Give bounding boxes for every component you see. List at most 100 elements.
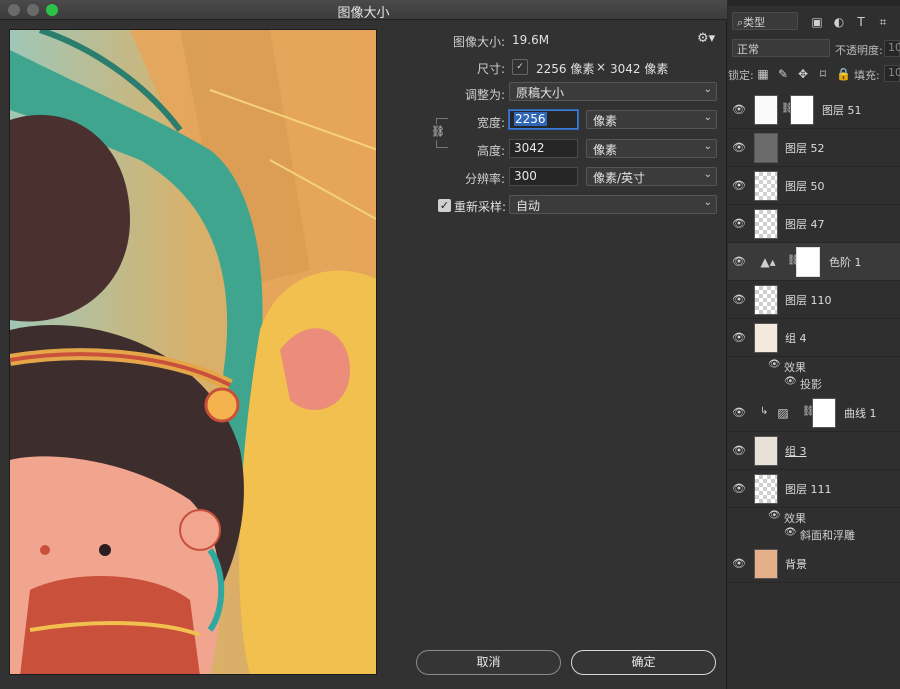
layer-name: 组 3 — [785, 445, 807, 458]
layer-row[interactable]: 👁 组 3 — [728, 432, 900, 470]
layer-row[interactable]: 👁 ⛓ 图层 51 — [728, 91, 900, 129]
layer-thumbnail — [754, 323, 778, 353]
dimensions-unit-chevron-icon[interactable]: ✓ — [512, 59, 528, 75]
eye-icon[interactable]: 👁 — [732, 179, 746, 193]
chevron-down-icon: ⌄ — [703, 197, 712, 208]
layer-row[interactable]: 👁 图层 110 — [728, 281, 900, 319]
layer-name: 图层 110 — [785, 294, 832, 307]
eye-icon[interactable]: 👁 — [732, 217, 746, 231]
chevron-down-icon: ⌄ — [703, 112, 712, 123]
effect-row[interactable]: 👁 投影 — [728, 375, 900, 392]
resolution-label: 分辨率: — [464, 172, 505, 186]
layer-row[interactable]: 👁 组 4 — [728, 319, 900, 357]
eye-icon[interactable]: 👁 — [784, 527, 797, 538]
layer-row[interactable]: 👁 ↳ ▨ ⛓ 曲线 1 — [728, 394, 900, 432]
lock-artboard-icon[interactable]: ⌑ — [816, 67, 830, 81]
layer-thumbnail — [754, 474, 778, 504]
eye-icon[interactable]: 👁 — [732, 103, 746, 117]
lock-transparency-icon[interactable]: ▦ — [756, 67, 770, 81]
opacity-input[interactable]: 10 — [884, 40, 900, 57]
eye-icon[interactable]: 👁 — [732, 293, 746, 307]
fit-to-select[interactable]: 原稿大小 ⌄ — [509, 82, 717, 101]
height-input-value: 3042 — [514, 141, 545, 155]
type-filter-icon[interactable]: T — [854, 15, 868, 29]
width-unit-select[interactable]: 像素 ⌄ — [586, 110, 717, 129]
resample-method-value: 自动 — [516, 199, 541, 213]
height-unit-value: 像素 — [593, 143, 618, 157]
layer-name: 色阶 1 — [829, 256, 862, 269]
eye-icon[interactable]: 👁 — [732, 482, 746, 496]
filter-kind-select[interactable]: ⌕类型 — [732, 12, 798, 30]
chevron-down-icon: ⌄ — [703, 141, 712, 152]
fit-to-value: 原稿大小 — [516, 86, 565, 100]
layer-thumbnail — [754, 549, 778, 579]
effects-row[interactable]: 👁 效果 — [728, 509, 900, 526]
curves-adjustment-icon: ▨ — [777, 406, 789, 420]
height-label: 高度: — [476, 144, 505, 158]
shape-filter-icon[interactable]: ⌗ — [876, 15, 890, 29]
layer-thumbnail — [754, 133, 778, 163]
lock-row: 锁定: ▦ ✎ ✥ ⌑ 🔒 填充: 10 — [728, 64, 900, 84]
eye-icon[interactable]: 👁 — [768, 359, 781, 370]
image-size-dialog: 图像大小 ⚙▾ 图像大小: 19.6M 尺寸: ✓ 2256 像素 × 3042… — [0, 0, 727, 689]
resolution-unit-select[interactable]: 像素/英寸 ⌄ — [586, 167, 717, 186]
height-input[interactable]: 3042 — [509, 139, 578, 158]
chevron-down-icon: ⌄ — [703, 169, 712, 180]
dimensions-separator: × — [596, 60, 607, 74]
layer-list: 👁 ⛓ 图层 51 👁 图层 52 👁 图层 50 👁 图层 47 👁 ▲▴ ⛓… — [728, 89, 900, 689]
layer-name: 组 4 — [785, 332, 807, 345]
resample-method-select[interactable]: 自动 ⌄ — [509, 195, 717, 214]
height-unit-select[interactable]: 像素 ⌄ — [586, 139, 717, 158]
layer-name: 曲线 1 — [844, 407, 877, 420]
layer-row[interactable]: 👁 图层 111 — [728, 470, 900, 508]
width-input[interactable]: 2256 — [509, 110, 578, 129]
panel-tabs[interactable] — [728, 0, 900, 6]
fill-label: 填充: — [854, 69, 880, 82]
effect-name: 斜面和浮雕 — [800, 529, 855, 542]
layer-row[interactable]: 👁 图层 52 — [728, 129, 900, 167]
resolution-input-value: 300 — [514, 169, 537, 183]
eye-icon[interactable]: 👁 — [732, 557, 746, 571]
layer-thumbnail — [754, 285, 778, 315]
dimensions-label: 尺寸: — [476, 62, 505, 76]
effect-row[interactable]: 👁 斜面和浮雕 — [728, 526, 900, 543]
lock-position-icon[interactable]: ✥ — [796, 67, 810, 81]
layer-name: 图层 111 — [785, 483, 832, 496]
eye-icon[interactable]: 👁 — [732, 331, 746, 345]
eye-icon[interactable]: 👁 — [732, 406, 746, 420]
layers-panel: ⌕类型 ▣ ◐ T ⌗ 正常 不透明度: 10 锁定: ▦ ✎ ✥ ⌑ 🔒 填充… — [728, 0, 900, 689]
blend-mode-select[interactable]: 正常 — [732, 39, 830, 57]
image-preview[interactable] — [9, 29, 377, 675]
ok-button[interactable]: 确定 — [571, 650, 716, 675]
effects-row[interactable]: 👁 效果 — [728, 358, 900, 375]
effects-label: 效果 — [784, 361, 806, 374]
eye-icon[interactable]: 👁 — [732, 444, 746, 458]
lock-brush-icon[interactable]: ✎ — [776, 67, 790, 81]
layer-mask-thumbnail — [796, 247, 820, 277]
layer-name: 图层 51 — [822, 104, 862, 117]
layer-row[interactable]: 👁 图层 47 — [728, 205, 900, 243]
layer-name: 背景 — [785, 558, 807, 571]
settings-gear-icon[interactable]: ⚙▾ — [697, 31, 715, 46]
effect-name: 投影 — [800, 378, 822, 391]
resolution-input[interactable]: 300 — [509, 167, 578, 186]
fit-to-label: 调整为: — [464, 88, 505, 102]
eye-icon[interactable]: 👁 — [732, 141, 746, 155]
resample-checkbox[interactable]: ✓ — [438, 199, 451, 212]
pixel-filter-icon[interactable]: ▣ — [810, 15, 824, 29]
filter-kind-value: 类型 — [743, 16, 766, 29]
eye-icon[interactable]: 👁 — [768, 510, 781, 521]
eye-icon[interactable]: 👁 — [784, 376, 797, 387]
layer-name: 图层 50 — [785, 180, 825, 193]
lock-all-icon[interactable]: 🔒 — [836, 67, 851, 81]
layer-row[interactable]: 👁 图层 50 — [728, 167, 900, 205]
layer-thumbnail — [754, 95, 778, 125]
lock-label: 锁定: — [728, 69, 754, 82]
cancel-button[interactable]: 取消 — [416, 650, 561, 675]
eye-icon[interactable]: 👁 — [732, 255, 746, 269]
layer-row[interactable]: 👁 ▲▴ ⛓ 色阶 1 — [728, 243, 900, 281]
fill-input[interactable]: 10 — [884, 65, 900, 82]
layer-row[interactable]: 👁 背景 — [728, 545, 900, 583]
resolution-unit-value: 像素/英寸 — [593, 171, 646, 185]
adjustment-filter-icon[interactable]: ◐ — [832, 15, 846, 29]
